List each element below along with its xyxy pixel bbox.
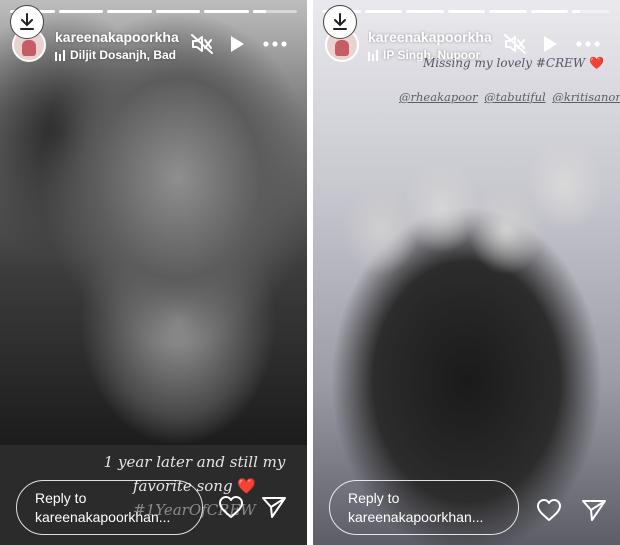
play-icon[interactable] bbox=[226, 33, 248, 55]
progress-segment bbox=[572, 10, 611, 13]
music-text: Diljit Dosanjh, Bad bbox=[70, 48, 177, 62]
mention-tags: @rheakapoor @tabutiful @kritisanon bbox=[399, 90, 620, 104]
download-icon[interactable] bbox=[323, 5, 357, 39]
play-icon[interactable] bbox=[539, 33, 561, 55]
story-progress-bar bbox=[10, 10, 297, 13]
reply-placeholder-line-2: kareenakapoorkhan... bbox=[348, 509, 484, 525]
reply-input[interactable]: Reply to kareenakapoorkhan... bbox=[16, 480, 203, 535]
reply-input[interactable]: Reply to kareenakapoorkhan... bbox=[329, 480, 519, 535]
reply-placeholder-line-1: Reply to bbox=[35, 490, 87, 506]
heart-emoji: ❤️ bbox=[589, 56, 604, 70]
username[interactable]: kareenakapoorkha bbox=[368, 29, 493, 45]
music-bars-icon bbox=[368, 49, 378, 61]
progress-segment bbox=[107, 10, 152, 13]
mention-tag[interactable]: @tabutiful bbox=[484, 90, 545, 104]
more-options-icon[interactable] bbox=[575, 33, 601, 55]
download-icon[interactable] bbox=[10, 5, 44, 39]
username[interactable]: kareenakapoorkha bbox=[55, 29, 180, 45]
progress-segment bbox=[364, 10, 403, 13]
reply-placeholder-line-2: kareenakapoorkhan... bbox=[35, 509, 171, 525]
reply-placeholder-line-1: Reply to bbox=[348, 490, 400, 506]
progress-segment bbox=[252, 10, 297, 13]
heart-icon[interactable] bbox=[218, 495, 244, 519]
heart-emoji: ❤️ bbox=[237, 477, 257, 495]
mention-tag[interactable]: @kritisanon bbox=[552, 90, 620, 104]
story-panel-right[interactable]: kareenakapoorkha IP Singh, Nupoor Missin… bbox=[313, 0, 620, 545]
story-caption: Missing my lovely #CREW ❤️ bbox=[423, 56, 613, 70]
story-photo bbox=[0, 0, 307, 445]
send-icon[interactable] bbox=[261, 495, 287, 519]
music-label[interactable]: Diljit Dosanjh, Bad bbox=[55, 48, 177, 62]
speaker-muted-icon[interactable] bbox=[191, 33, 213, 55]
music-bars-icon bbox=[55, 49, 65, 61]
send-icon[interactable] bbox=[581, 498, 607, 522]
progress-segment bbox=[204, 10, 249, 13]
progress-segment bbox=[406, 10, 444, 13]
mention-tag[interactable]: @rheakapoor bbox=[399, 90, 478, 104]
progress-segment bbox=[489, 10, 527, 13]
progress-segment bbox=[447, 10, 486, 13]
more-options-icon[interactable] bbox=[262, 33, 288, 55]
story-photo bbox=[313, 0, 620, 545]
caption-text: Missing my lovely #CREW bbox=[423, 56, 586, 70]
caption-line-1: 1 year later and still my bbox=[103, 453, 286, 471]
story-panel-left[interactable]: kareenakapoorkha Diljit Dosanjh, Bad 1 y… bbox=[0, 0, 307, 545]
progress-segment bbox=[155, 10, 200, 13]
story-progress-bar bbox=[323, 10, 611, 13]
speaker-muted-icon[interactable] bbox=[504, 33, 526, 55]
progress-segment bbox=[530, 10, 569, 13]
heart-icon[interactable] bbox=[536, 498, 562, 522]
progress-segment bbox=[58, 10, 103, 13]
